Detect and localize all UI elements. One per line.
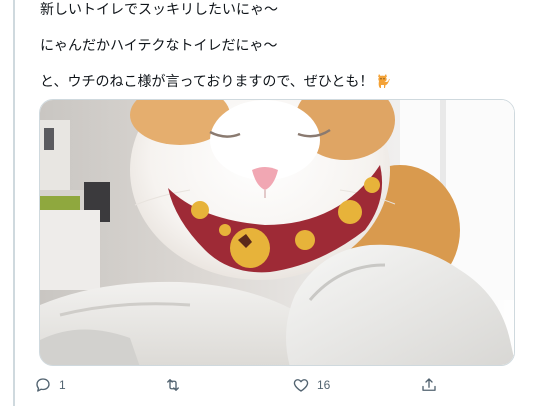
- reply-icon: [30, 372, 56, 398]
- tweet-actions: 1 16: [30, 372, 510, 398]
- share-button[interactable]: [416, 372, 442, 398]
- tweet-line-2: にゃんだかハイテクなトイレだにゃ～: [40, 38, 278, 54]
- thread-line: [13, 0, 15, 406]
- like-count: 16: [317, 378, 331, 392]
- reply-button[interactable]: 1: [30, 372, 66, 398]
- retweet-icon: [160, 372, 186, 398]
- tweet-line-3: と、ウチのねこ様が言っておりますので、ぜひとも！: [40, 72, 391, 95]
- cat-photo: [40, 100, 514, 365]
- reply-count: 1: [59, 378, 66, 392]
- share-icon: [416, 372, 442, 398]
- retweet-button[interactable]: [160, 372, 189, 398]
- cat-emoji-icon: [375, 73, 391, 95]
- tweet-line-1: 新しいトイレでスッキリしたいにゃ～: [40, 2, 278, 18]
- like-button[interactable]: 16: [288, 372, 330, 398]
- heart-icon: [288, 372, 314, 398]
- tweet-line-3-text: と、ウチのねこ様が言っておりますので、ぜひとも！: [40, 74, 374, 90]
- tweet-media-photo[interactable]: [39, 99, 515, 366]
